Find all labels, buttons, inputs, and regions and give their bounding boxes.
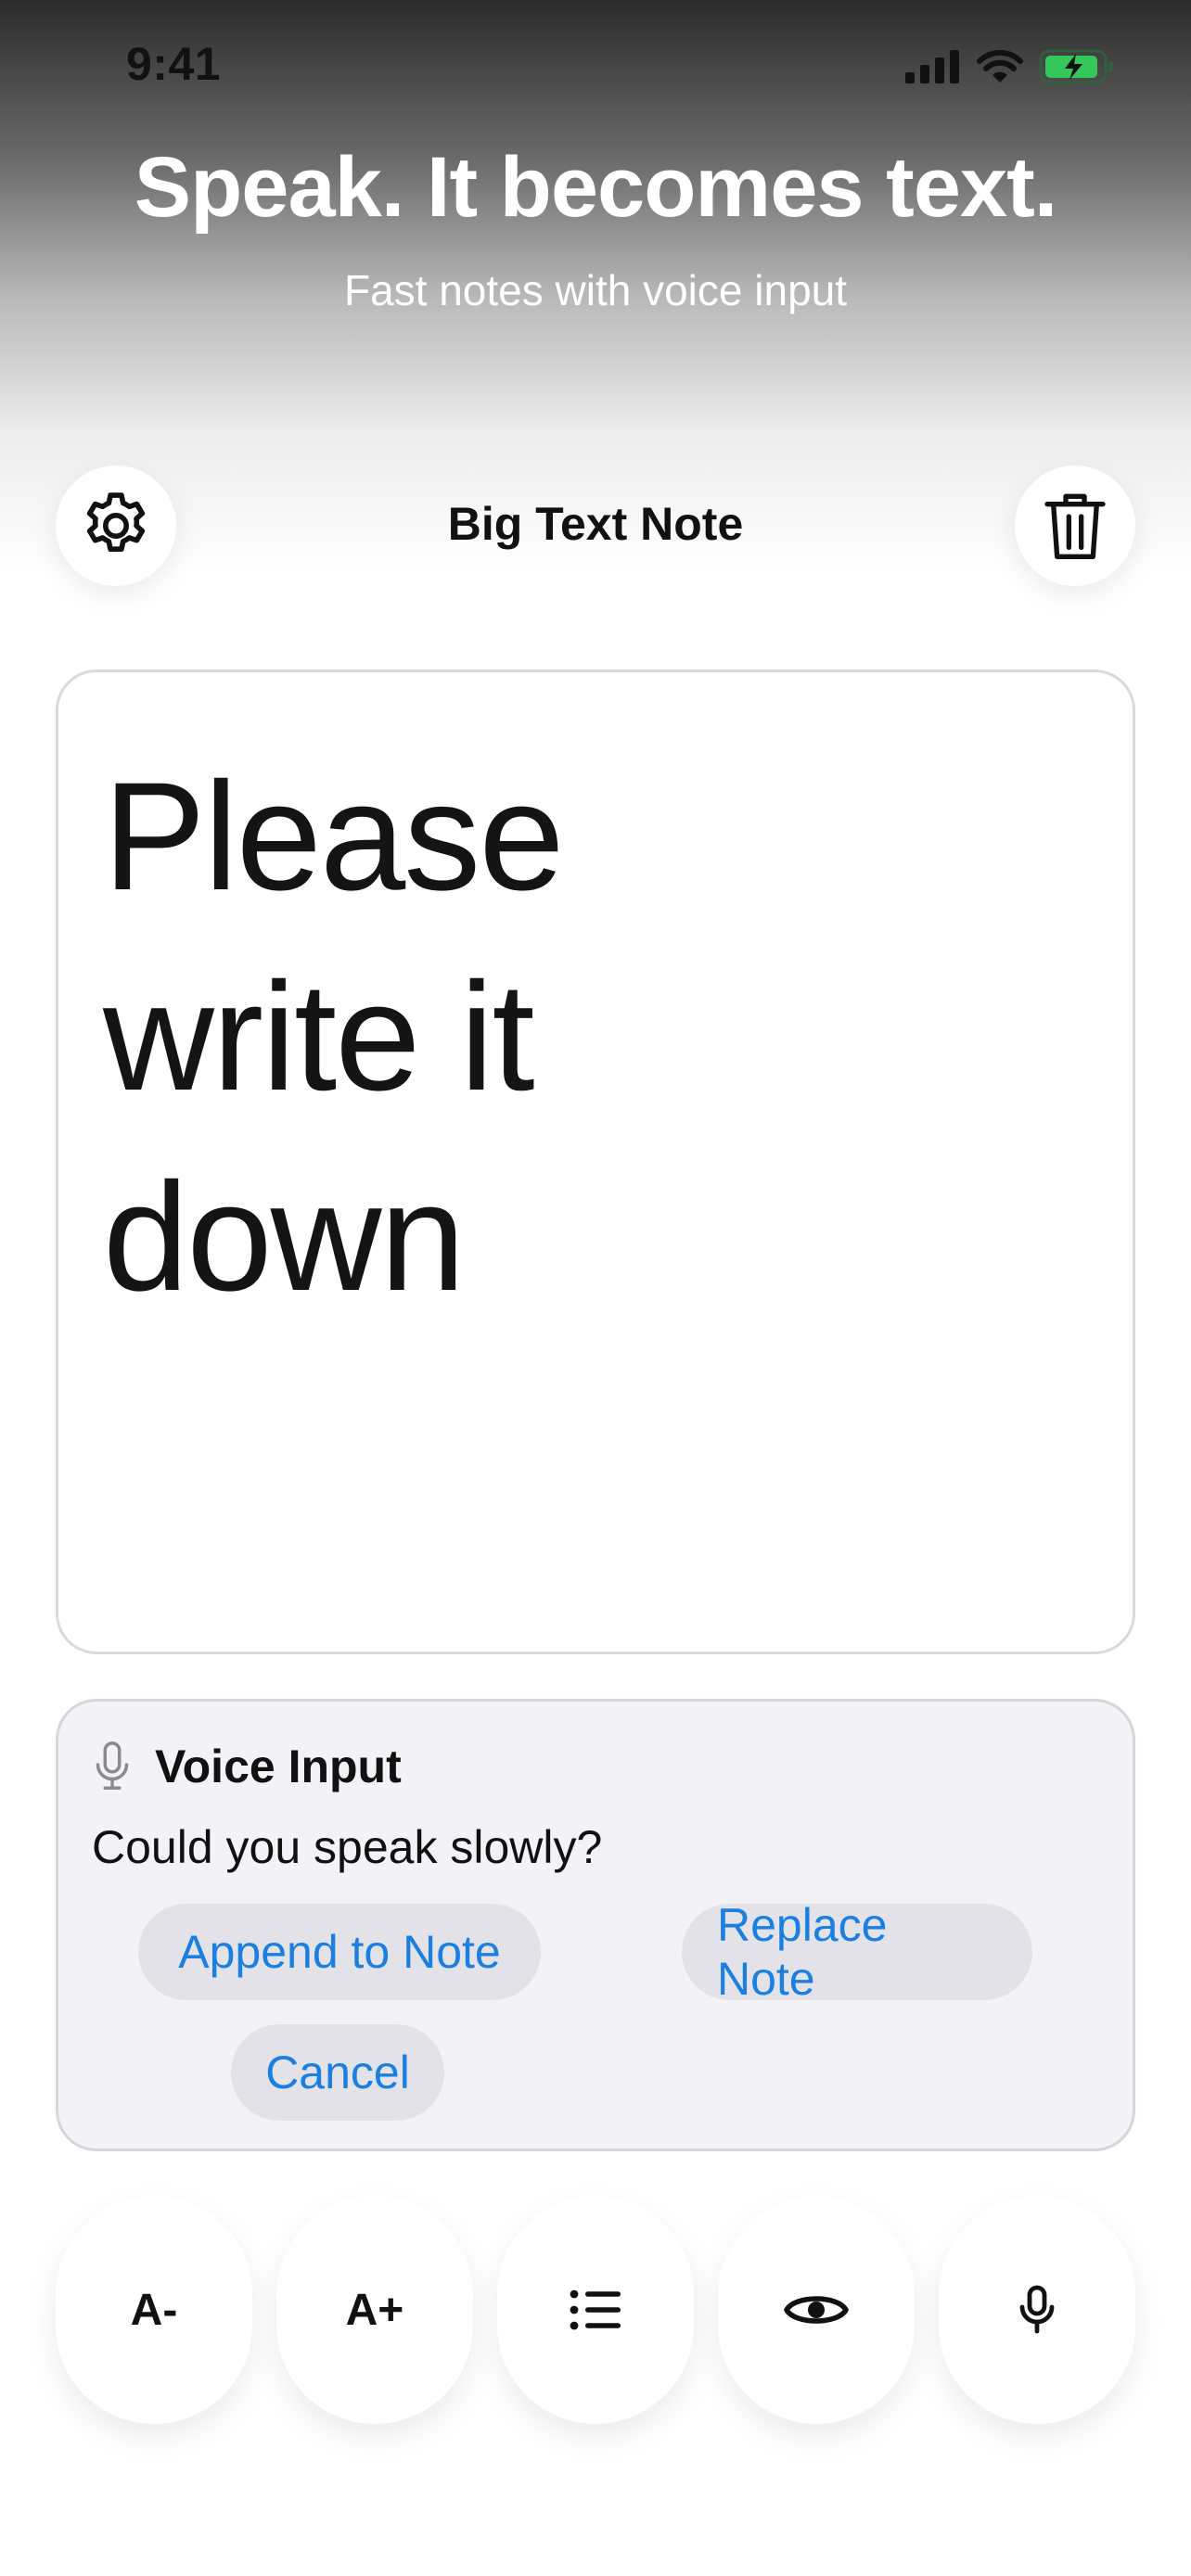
status-time: 9:41 xyxy=(126,38,222,90)
hero-subtitle: Fast notes with voice input xyxy=(343,266,848,314)
trash-icon xyxy=(1044,493,1106,559)
delete-note-button[interactable] xyxy=(1015,465,1135,586)
hero-title: Speak. It becomes text. xyxy=(134,140,1058,235)
voice-input-button[interactable] xyxy=(939,2196,1135,2424)
preview-button[interactable] xyxy=(718,2196,915,2424)
replace-note-button[interactable]: Replace Note xyxy=(682,1899,1032,2005)
microphone-icon xyxy=(1019,2285,1055,2334)
recognized-text: Could you speak slowly? xyxy=(92,1821,603,1873)
status-bar: 9:41 xyxy=(0,0,1191,130)
wifi-icon xyxy=(977,49,1023,83)
status-icons xyxy=(905,48,1115,85)
microphone-icon xyxy=(96,1741,129,1790)
bottom-toolbar: A- A+ xyxy=(56,2196,1135,2424)
note-editor[interactable]: Please write it down xyxy=(56,670,1135,1654)
voice-input-panel: Voice Input Could you speak slowly? Appe… xyxy=(56,1699,1135,2151)
cancel-button[interactable]: Cancel xyxy=(231,2024,444,2121)
increase-font-button[interactable]: A+ xyxy=(276,2196,473,2424)
voice-panel-header: Voice Input xyxy=(92,1739,402,1794)
voice-panel-title: Voice Input xyxy=(155,1741,402,1792)
list-button[interactable] xyxy=(497,2196,694,2424)
list-icon xyxy=(570,2289,621,2330)
battery-charging-icon xyxy=(1039,49,1113,84)
note-text[interactable]: Please write it down xyxy=(103,737,622,1338)
cellular-signal-icon xyxy=(905,50,959,83)
note-title: Big Text Note xyxy=(447,498,744,550)
append-to-note-button[interactable]: Append to Note xyxy=(138,1904,541,2000)
eye-icon xyxy=(784,2296,849,2324)
decrease-font-button[interactable]: A- xyxy=(56,2196,252,2424)
